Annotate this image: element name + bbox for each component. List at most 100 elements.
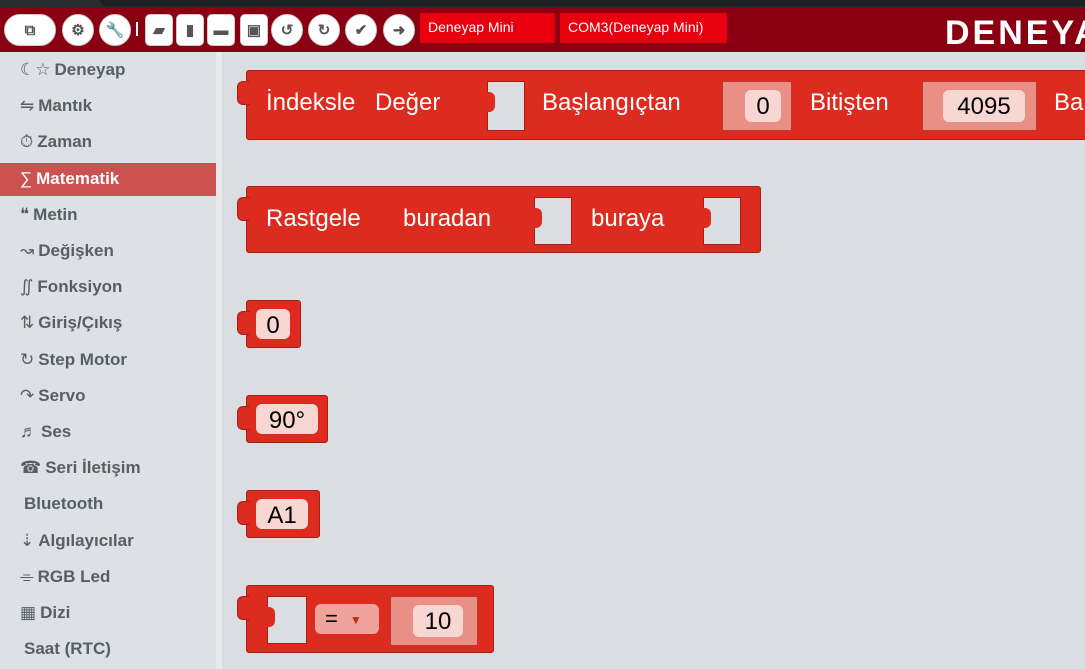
to-input-slot[interactable]: [701, 197, 741, 245]
blocks-toggle-button[interactable]: ⧉: [4, 14, 56, 46]
number-field[interactable]: 0: [256, 309, 290, 339]
category-icon: ▦: [20, 603, 37, 622]
category-label: Matematik: [36, 168, 120, 188]
dropdown-arrow-icon: ▼: [349, 613, 362, 628]
sidebar-item-saat-rtc-[interactable]: Saat (RTC): [0, 633, 216, 666]
category-icon: ❝: [20, 204, 30, 224]
new-file-button[interactable]: ▮: [176, 14, 204, 46]
check-icon: ✔: [354, 22, 368, 39]
category-label: Bluetooth: [24, 494, 104, 514]
number-block[interactable]: 4095: [922, 81, 1037, 131]
random-block[interactable]: Rastgele buradan buraya: [237, 186, 761, 253]
value-input-slot[interactable]: [485, 81, 525, 131]
floppy-icon: ▣: [246, 22, 262, 39]
arrow-right-icon: ➜: [392, 22, 406, 39]
sidebar-scrollbar[interactable]: [216, 52, 222, 669]
map-block[interactable]: İndeksle Değer Başlangıçtan 0 Bitişten 4…: [237, 70, 1085, 140]
category-label: Step Motor: [38, 349, 128, 369]
category-label: Deneyap: [54, 60, 126, 79]
number-block[interactable]: 0: [237, 300, 301, 348]
block-label: buradan: [403, 205, 492, 232]
category-label: Metin: [33, 204, 78, 224]
redo-button[interactable]: ↻: [308, 14, 340, 46]
category-label: Saat (RTC): [24, 639, 111, 659]
pin-field[interactable]: A1: [256, 499, 308, 529]
number-field[interactable]: 4095: [943, 90, 1025, 122]
sidebar-item-servo[interactable]: ↷ Servo: [0, 380, 216, 413]
sidebar-item-dizi[interactable]: ▦ Dizi: [0, 597, 216, 630]
category-label: Giriş/Çıkış: [38, 313, 123, 333]
left-input-slot[interactable]: [265, 596, 307, 644]
save-button[interactable]: ▣: [240, 14, 268, 46]
category-icon: ↷: [20, 385, 35, 405]
number-block[interactable]: 10: [390, 596, 478, 646]
sidebar-item-ses[interactable]: ♬ Ses: [0, 416, 216, 449]
board-select[interactable]: Deneyap Mini: [420, 13, 555, 43]
toolbar: ⧉ ⚙ 🔧 ▰ ▮ ▬ ▣ ↺ ↻ ✔ ➜ Deneyap Mini COM3(…: [0, 8, 1085, 52]
file-icon: ▮: [185, 22, 195, 39]
angle-block[interactable]: 90°: [237, 395, 328, 443]
number-block[interactable]: 0: [722, 81, 792, 131]
category-label: Fonksiyon: [37, 277, 123, 297]
open-button[interactable]: ▬: [207, 14, 235, 46]
folder-open-icon: ▬: [213, 21, 229, 39]
compare-block[interactable]: = ▼ 10: [237, 585, 494, 653]
operator-value: =: [325, 606, 338, 631]
sidebar-item-step-motor[interactable]: ↻ Step Motor: [0, 344, 216, 377]
sidebar-item-bluetooth[interactable]: Bluetooth: [0, 488, 216, 521]
angle-field[interactable]: 90°: [256, 404, 318, 434]
category-icon: ∑: [20, 168, 33, 188]
category-label: Değişken: [38, 241, 114, 260]
sidebar-item-deneyap[interactable]: ☾☆ Deneyap: [0, 54, 216, 87]
sidebar-item-rgb-led[interactable]: ⌯ RGB Led: [0, 561, 216, 594]
category-icon: ⇣: [20, 530, 35, 550]
pin-block[interactable]: A1: [237, 490, 320, 538]
upload-button[interactable]: ➜: [383, 14, 415, 46]
category-icon: ↝: [20, 241, 35, 260]
block-label: Ba: [1054, 89, 1084, 116]
block-label: Bitişten: [810, 89, 889, 116]
category-label: Dizi: [40, 603, 71, 622]
category-icon: ↻: [20, 349, 35, 369]
book-icon: ▰: [153, 22, 165, 39]
sidebar-item-alg-lay-c-lar[interactable]: ⇣ Algılayıcılar: [0, 525, 216, 558]
sidebar-item-giri-k-[interactable]: ⇅ Giriş/Çıkış: [0, 307, 216, 340]
number-field[interactable]: 10: [413, 605, 463, 637]
deneyap-logo: DENEYAP: [945, 14, 1085, 52]
port-select[interactable]: COM3(Deneyap Mini): [560, 13, 727, 43]
toolbar-divider: [136, 22, 138, 36]
number-field[interactable]: 0: [745, 90, 781, 122]
undo-icon: ↺: [280, 22, 294, 39]
sidebar-item-mant-k[interactable]: ⇋ Mantık: [0, 90, 216, 123]
undo-button[interactable]: ↺: [271, 14, 303, 46]
redo-icon: ↻: [317, 22, 331, 39]
sidebar-item-zaman[interactable]: ⏱ Zaman: [0, 126, 216, 159]
operator-dropdown[interactable]: = ▼: [315, 604, 379, 634]
sidebar-item-metin[interactable]: ❝ Metin: [0, 199, 216, 232]
category-label: Ses: [41, 422, 72, 441]
examples-button[interactable]: ▰: [145, 14, 173, 46]
category-label: Zaman: [37, 132, 93, 152]
category-icon: ☾☆: [20, 60, 51, 79]
block-label: buraya: [591, 205, 665, 232]
tools-button[interactable]: 🔧: [99, 14, 131, 46]
category-label: Algılayıcılar: [38, 530, 134, 550]
settings-button[interactable]: ⚙: [62, 14, 94, 46]
sidebar-item-seri-i-leti-im[interactable]: ☎ Seri İletişim: [0, 452, 216, 485]
sidebar-item-fonksiyon[interactable]: ∬ Fonksiyon: [0, 271, 216, 304]
category-icon: ⌯: [20, 566, 34, 586]
category-label: Servo: [38, 385, 86, 405]
sidebar-item-de-i-ken[interactable]: ↝ Değişken: [0, 235, 216, 268]
block-label: İndeksle: [266, 89, 356, 116]
verify-button[interactable]: ✔: [345, 14, 377, 46]
from-input-slot[interactable]: [532, 197, 572, 245]
wrench-icon: 🔧: [105, 22, 125, 39]
category-icon: ⇅: [20, 313, 35, 333]
category-icon: ⇋: [20, 96, 35, 116]
category-label: RGB Led: [37, 566, 111, 586]
sidebar-item-matematik[interactable]: ∑ Matematik: [0, 162, 222, 196]
category-icon: ∬: [20, 277, 34, 297]
block-label: Rastgele: [266, 205, 361, 232]
window-top-strip: [0, 0, 1085, 8]
category-label: Mantık: [38, 96, 93, 116]
